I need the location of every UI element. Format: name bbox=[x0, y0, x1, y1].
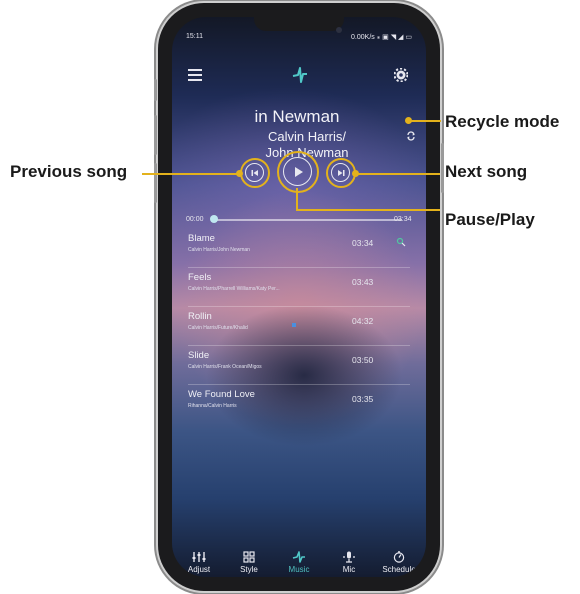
tab-label: Schedule bbox=[382, 565, 416, 574]
song-artists: Calvin Harris/Future/Khalid bbox=[188, 325, 248, 331]
next-song-leader bbox=[356, 173, 440, 175]
recycle-mode-icon[interactable] bbox=[406, 131, 416, 141]
artist-line-1: Calvin Harris/ bbox=[267, 129, 346, 144]
recycle-leader-dot bbox=[405, 117, 412, 124]
track-title: in Newman bbox=[254, 107, 340, 126]
music-icon bbox=[292, 551, 305, 563]
phone-frame: 15:11 0.00K/s ⁎ ▣ ◥ ◢ ▭ in Newman Calvin… bbox=[154, 3, 444, 591]
previous-song-leader bbox=[142, 173, 240, 175]
song-name: Rollin bbox=[188, 311, 212, 322]
top-bar bbox=[172, 65, 426, 87]
tab-schedule[interactable]: Schedule bbox=[374, 549, 424, 574]
power-button bbox=[441, 143, 444, 193]
app-logo-icon bbox=[292, 67, 307, 83]
next-song-leader-dot bbox=[352, 170, 359, 177]
song-name: Blame bbox=[188, 233, 215, 244]
notch bbox=[254, 17, 344, 31]
recycle-leader bbox=[409, 120, 441, 122]
play-leader-vertical bbox=[296, 188, 298, 210]
tab-style[interactable]: Style bbox=[224, 549, 274, 574]
song-artists: Calvin Harris/Pharrell Williams/Katy Per… bbox=[188, 286, 280, 292]
tab-label: Music bbox=[288, 565, 310, 574]
progress-bar[interactable] bbox=[216, 219, 402, 221]
list-item[interactable]: Rollin Calvin Harris/Future/Khalid 04:32 bbox=[188, 307, 410, 346]
song-name: Slide bbox=[188, 350, 210, 361]
song-name: We Found Love bbox=[188, 389, 255, 400]
list-item[interactable]: Blame Calvin Harris/John Newman 03:34 bbox=[188, 229, 410, 268]
status-time: 15:11 bbox=[186, 33, 203, 40]
total-time: 03:34 bbox=[394, 216, 412, 223]
bottom-nav: Adjust Style Music Mic Schedule bbox=[172, 549, 426, 577]
sliders-icon bbox=[192, 552, 206, 562]
mic-icon bbox=[343, 551, 355, 563]
now-playing-icon bbox=[396, 237, 406, 247]
tab-label: Style bbox=[240, 565, 258, 574]
song-duration: 03:43 bbox=[352, 277, 374, 287]
timer-icon bbox=[393, 551, 405, 563]
next-song-callout: Next song bbox=[445, 162, 528, 181]
volume-up-button bbox=[154, 115, 157, 155]
play-icon bbox=[295, 167, 303, 177]
marker-icon bbox=[292, 323, 296, 327]
menu-icon[interactable] bbox=[188, 69, 202, 81]
song-artists: Rihanna/Calvin Harris bbox=[188, 403, 237, 409]
pause-play-callout: Pause/Play bbox=[445, 210, 535, 229]
recycle-mode-callout: Recycle mode bbox=[445, 112, 560, 131]
volume-down-button bbox=[154, 163, 157, 203]
progress-knob[interactable] bbox=[210, 215, 218, 223]
song-duration: 04:32 bbox=[352, 316, 374, 326]
tab-mic[interactable]: Mic bbox=[324, 549, 374, 574]
app-screen: 15:11 0.00K/s ⁎ ▣ ◥ ◢ ▭ in Newman Calvin… bbox=[172, 17, 426, 577]
elapsed-time: 00:00 bbox=[186, 216, 204, 223]
play-leader bbox=[296, 209, 440, 211]
tab-music[interactable]: Music bbox=[274, 549, 324, 574]
previous-song-leader-dot bbox=[236, 170, 243, 177]
list-item[interactable]: Feels Calvin Harris/Pharrell Williams/Ka… bbox=[188, 268, 410, 307]
tab-adjust[interactable]: Adjust bbox=[174, 549, 224, 574]
previous-song-callout: Previous song bbox=[10, 162, 128, 181]
status-indicators: 0.00K/s ⁎ ▣ ◥ ◢ ▭ bbox=[351, 34, 412, 41]
grid-icon bbox=[243, 551, 255, 563]
status-bar: 15:11 0.00K/s ⁎ ▣ ◥ ◢ ▭ bbox=[172, 31, 426, 47]
song-name: Feels bbox=[188, 272, 212, 283]
song-artists: Calvin Harris/John Newman bbox=[188, 247, 250, 253]
tab-label: Mic bbox=[342, 565, 356, 574]
pause-play-button[interactable] bbox=[277, 151, 319, 193]
list-item[interactable]: Slide Calvin Harris/Frank Ocean/Migos 03… bbox=[188, 346, 410, 385]
skip-back-icon bbox=[251, 170, 258, 176]
gear-icon[interactable] bbox=[394, 68, 408, 82]
song-artists: Calvin Harris/Frank Ocean/Migos bbox=[188, 364, 262, 370]
mute-switch bbox=[154, 79, 157, 101]
song-duration: 03:34 bbox=[352, 238, 374, 248]
previous-song-button[interactable] bbox=[240, 158, 270, 188]
tab-label: Adjust bbox=[187, 565, 211, 574]
song-duration: 03:50 bbox=[352, 355, 374, 365]
song-duration: 03:35 bbox=[352, 394, 374, 404]
list-item[interactable]: We Found Love Rihanna/Calvin Harris 03:3… bbox=[188, 385, 410, 423]
skip-forward-icon bbox=[338, 170, 345, 176]
